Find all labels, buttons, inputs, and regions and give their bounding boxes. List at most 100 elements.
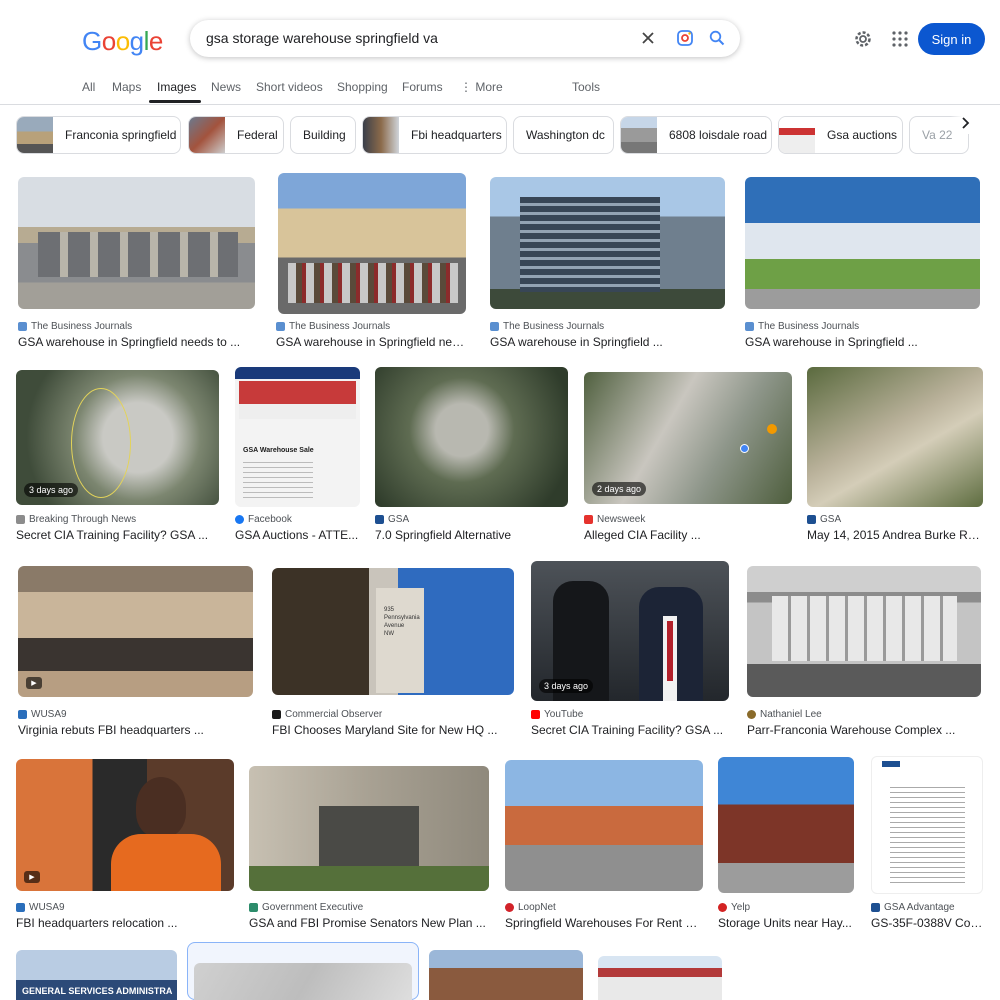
result-image[interactable] — [807, 367, 983, 507]
tools-button[interactable]: Tools — [572, 80, 600, 94]
result-title[interactable]: Alleged CIA Facility ... — [584, 528, 792, 542]
chip-building[interactable]: Building — [290, 116, 356, 154]
result-source[interactable]: Government Executive — [249, 902, 363, 913]
result-source[interactable]: Yelp — [718, 902, 750, 913]
result-image[interactable]: GSA Warehouse Sale — [235, 367, 360, 507]
result-title[interactable]: 7.0 Springfield Alternative — [375, 528, 568, 542]
result-source[interactable]: GSA — [807, 514, 841, 525]
settings-gear-icon[interactable] — [852, 28, 874, 50]
result-source[interactable]: GSA — [375, 514, 409, 525]
image-result[interactable]: Yelp Storage Units near Hay... — [718, 757, 854, 932]
result-title[interactable]: GSA warehouse in Springfield needs to ..… — [18, 335, 255, 349]
image-result[interactable]: GENERAL SERVICES ADMINISTRA — [16, 950, 177, 1000]
image-result[interactable]: 3 days ago Breaking Through News Secret … — [16, 370, 219, 544]
result-title[interactable]: May 14, 2015 Andrea Burke Revi... — [807, 528, 983, 542]
result-title[interactable]: GS-35F-0388V Cont... — [871, 916, 983, 930]
tab-more[interactable]: ⋮ More — [460, 80, 503, 94]
result-image[interactable]: 935 Pennsylvania Avenue NW — [272, 568, 514, 695]
image-result[interactable]: ▶ WUSA9 FBI headquarters relocation ... — [16, 759, 234, 932]
result-source[interactable]: WUSA9 — [18, 709, 67, 720]
tab-short-videos[interactable]: Short videos — [256, 80, 323, 94]
image-result[interactable]: 3 days ago YouTube Secret CIA Training F… — [531, 561, 729, 738]
result-image[interactable]: GENERAL SERVICES ADMINISTRA — [16, 950, 177, 1000]
result-image[interactable] — [505, 760, 703, 891]
result-title[interactable]: FBI Chooses Maryland Site for New HQ ... — [272, 723, 514, 737]
result-title[interactable]: GSA Auctions - ATTE... — [235, 528, 360, 542]
result-source[interactable]: Facebook — [235, 514, 292, 525]
image-result[interactable]: Government Executive GSA and FBI Promise… — [249, 766, 489, 932]
image-result[interactable]: LoopNet Springfield Warehouses For Rent … — [505, 760, 703, 932]
result-image[interactable]: 2 days ago — [584, 372, 792, 504]
image-result-selected[interactable] — [187, 942, 419, 1000]
result-source[interactable]: The Business Journals — [490, 321, 604, 332]
image-result[interactable]: The Business Journals GSA warehouse in S… — [490, 177, 725, 349]
result-source[interactable]: YouTube — [531, 709, 583, 720]
image-result[interactable]: The Business Journals GSA warehouse in S… — [276, 173, 468, 349]
search-icon[interactable] — [707, 28, 727, 48]
image-result[interactable]: The Business Journals GSA warehouse in S… — [18, 177, 255, 349]
result-image[interactable] — [429, 950, 583, 1000]
result-source[interactable]: The Business Journals — [276, 321, 390, 332]
tab-all[interactable]: All — [82, 80, 95, 94]
clear-icon[interactable] — [638, 28, 658, 48]
result-image[interactable]: 3 days ago — [531, 561, 729, 701]
result-image[interactable]: 3 days ago — [16, 370, 219, 505]
google-lens-icon[interactable] — [675, 28, 695, 48]
search-box[interactable]: gsa storage warehouse springfield va — [190, 20, 740, 57]
chip-washington-dc[interactable]: Washington dc — [513, 116, 614, 154]
result-image[interactable] — [18, 177, 255, 309]
chip-gsa-auctions[interactable]: Gsa auctions — [778, 116, 903, 154]
result-image[interactable] — [490, 177, 725, 309]
result-title[interactable]: GSA warehouse in Springfield ... — [490, 335, 725, 349]
result-image[interactable] — [278, 173, 466, 314]
tab-news[interactable]: News — [211, 80, 241, 94]
result-source[interactable]: LoopNet — [505, 902, 556, 913]
result-source[interactable]: Nathaniel Lee — [747, 709, 822, 720]
result-image[interactable] — [718, 757, 854, 893]
chip-federal[interactable]: Federal — [188, 116, 284, 154]
chip-fbi-headquarters[interactable]: Fbi headquarters — [362, 116, 507, 154]
result-source[interactable]: The Business Journals — [745, 321, 859, 332]
result-source[interactable]: Newsweek — [584, 514, 645, 525]
tab-images[interactable]: Images — [157, 80, 196, 94]
result-source[interactable]: Commercial Observer — [272, 709, 382, 720]
result-title[interactable]: Springfield Warehouses For Rent & L... — [505, 916, 703, 930]
result-image[interactable] — [375, 367, 568, 507]
image-result[interactable]: GSA May 14, 2015 Andrea Burke Revi... — [807, 367, 983, 544]
result-image[interactable] — [598, 956, 722, 1000]
result-image[interactable] — [194, 963, 412, 1000]
result-image[interactable] — [747, 566, 981, 697]
chip-franconia-springfield[interactable]: Franconia springfield — [16, 116, 181, 154]
sign-in-button[interactable]: Sign in — [918, 23, 985, 55]
tab-shopping[interactable]: Shopping — [337, 80, 388, 94]
result-source[interactable]: Breaking Through News — [16, 514, 136, 525]
google-logo[interactable]: Google — [82, 26, 163, 57]
image-result[interactable]: GSA 7.0 Springfield Alternative — [375, 367, 568, 544]
result-source[interactable]: WUSA9 — [16, 902, 65, 913]
result-title[interactable]: Parr-Franconia Warehouse Complex ... — [747, 723, 981, 737]
image-result[interactable]: GSA Warehouse Sale Facebook GSA Auctions… — [235, 367, 360, 544]
result-image[interactable] — [249, 766, 489, 891]
result-title[interactable]: Secret CIA Training Facility? GSA ... — [16, 528, 219, 542]
result-source[interactable]: GSA Advantage — [871, 902, 955, 913]
apps-grid-icon[interactable] — [889, 28, 911, 50]
image-result[interactable]: 2 days ago Newsweek Alleged CIA Facility… — [584, 372, 792, 544]
result-title[interactable]: FBI headquarters relocation ... — [16, 916, 234, 930]
image-result[interactable] — [429, 950, 583, 1000]
image-result[interactable]: Nathaniel Lee Parr-Franconia Warehouse C… — [747, 566, 981, 738]
result-title[interactable]: Secret CIA Training Facility? GSA ... — [531, 723, 729, 737]
chip-6808-loisdale-road[interactable]: 6808 loisdale road — [620, 116, 772, 154]
result-title[interactable]: Storage Units near Hay... — [718, 916, 854, 930]
chips-next-button[interactable] — [950, 112, 980, 134]
result-image[interactable] — [871, 756, 983, 894]
image-result[interactable]: ▶ WUSA9 Virginia rebuts FBI headquarters… — [18, 566, 253, 738]
image-result[interactable]: 935 Pennsylvania Avenue NW Commercial Ob… — [272, 568, 514, 738]
result-title[interactable]: Virginia rebuts FBI headquarters ... — [18, 723, 253, 737]
image-result[interactable]: GSA Advantage GS-35F-0388V Cont... — [871, 756, 983, 932]
image-result[interactable] — [598, 956, 722, 1000]
image-result[interactable]: The Business Journals GSA warehouse in S… — [745, 177, 980, 349]
tab-forums[interactable]: Forums — [402, 80, 443, 94]
result-image[interactable] — [745, 177, 980, 309]
result-source[interactable]: The Business Journals — [18, 321, 132, 332]
result-title[interactable]: GSA and FBI Promise Senators New Plan ..… — [249, 916, 489, 930]
